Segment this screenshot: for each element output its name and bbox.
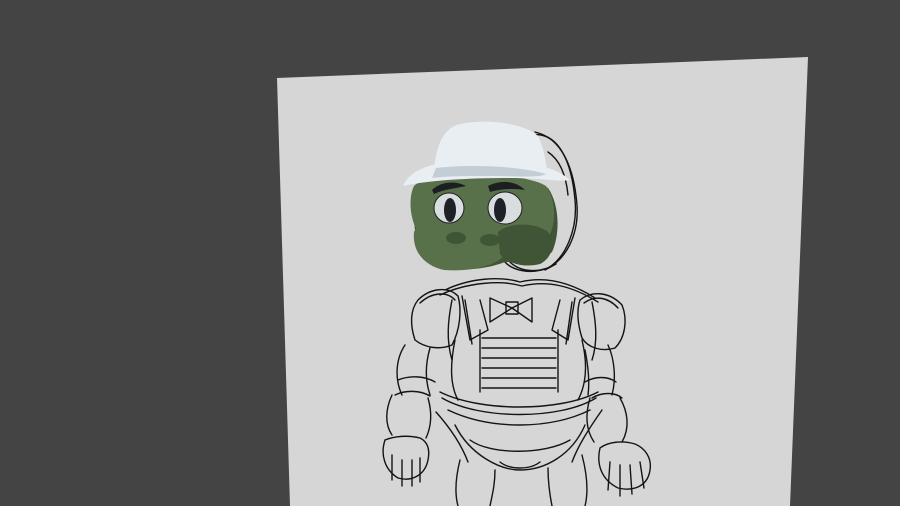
right-pupil xyxy=(494,198,506,222)
3d-viewport[interactable] xyxy=(0,0,900,506)
left-pupil xyxy=(444,198,456,222)
viewport-scene[interactable] xyxy=(0,0,900,506)
nostril xyxy=(480,234,500,246)
nostril xyxy=(446,232,466,244)
snout-cheek xyxy=(498,224,553,266)
reference-image-plane[interactable] xyxy=(277,57,808,506)
